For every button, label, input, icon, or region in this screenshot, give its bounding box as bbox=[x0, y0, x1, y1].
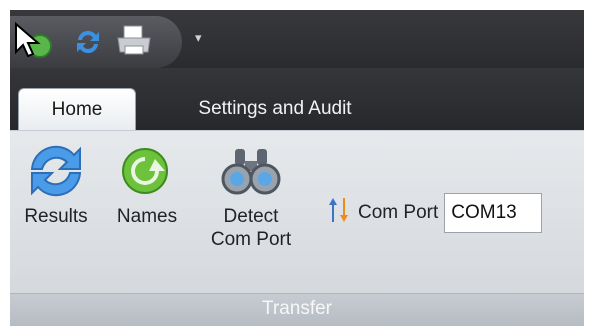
detect-label-line1: Detect bbox=[223, 206, 279, 227]
app-window: ▾ Home Settings and Audit Results Names bbox=[10, 10, 584, 326]
sort-arrows-icon bbox=[328, 196, 350, 230]
com-port-label: Com Port bbox=[358, 202, 439, 223]
ribbon-tab-bar: Home Settings and Audit bbox=[10, 68, 584, 131]
binoculars-icon bbox=[221, 149, 281, 195]
com-port-group: Com Port bbox=[328, 193, 543, 233]
names-button[interactable]: Names bbox=[112, 143, 182, 228]
results-button[interactable]: Results bbox=[12, 143, 100, 228]
refresh-icon[interactable] bbox=[72, 26, 104, 62]
tab-home[interactable]: Home bbox=[18, 88, 136, 131]
detect-label-line2: Com Port bbox=[210, 229, 292, 250]
ribbon-panel: Results Names Detect Com Port Com Port C… bbox=[10, 130, 584, 326]
green-refresh-icon bbox=[122, 148, 168, 194]
customize-dropdown-icon[interactable]: ▾ bbox=[195, 30, 202, 48]
detect-com-port-button[interactable]: Detect Com Port bbox=[196, 143, 306, 251]
printer-icon[interactable] bbox=[115, 24, 153, 62]
refresh-icon bbox=[30, 145, 82, 197]
cursor-arrow-icon[interactable] bbox=[14, 21, 62, 66]
com-port-input[interactable] bbox=[444, 193, 543, 233]
transfer-group-label: Transfer bbox=[10, 293, 584, 326]
names-label: Names bbox=[116, 206, 178, 227]
results-label: Results bbox=[24, 206, 88, 227]
tab-settings-and-audit[interactable]: Settings and Audit bbox=[160, 88, 390, 130]
quick-access-toolbar: ▾ bbox=[10, 10, 584, 68]
